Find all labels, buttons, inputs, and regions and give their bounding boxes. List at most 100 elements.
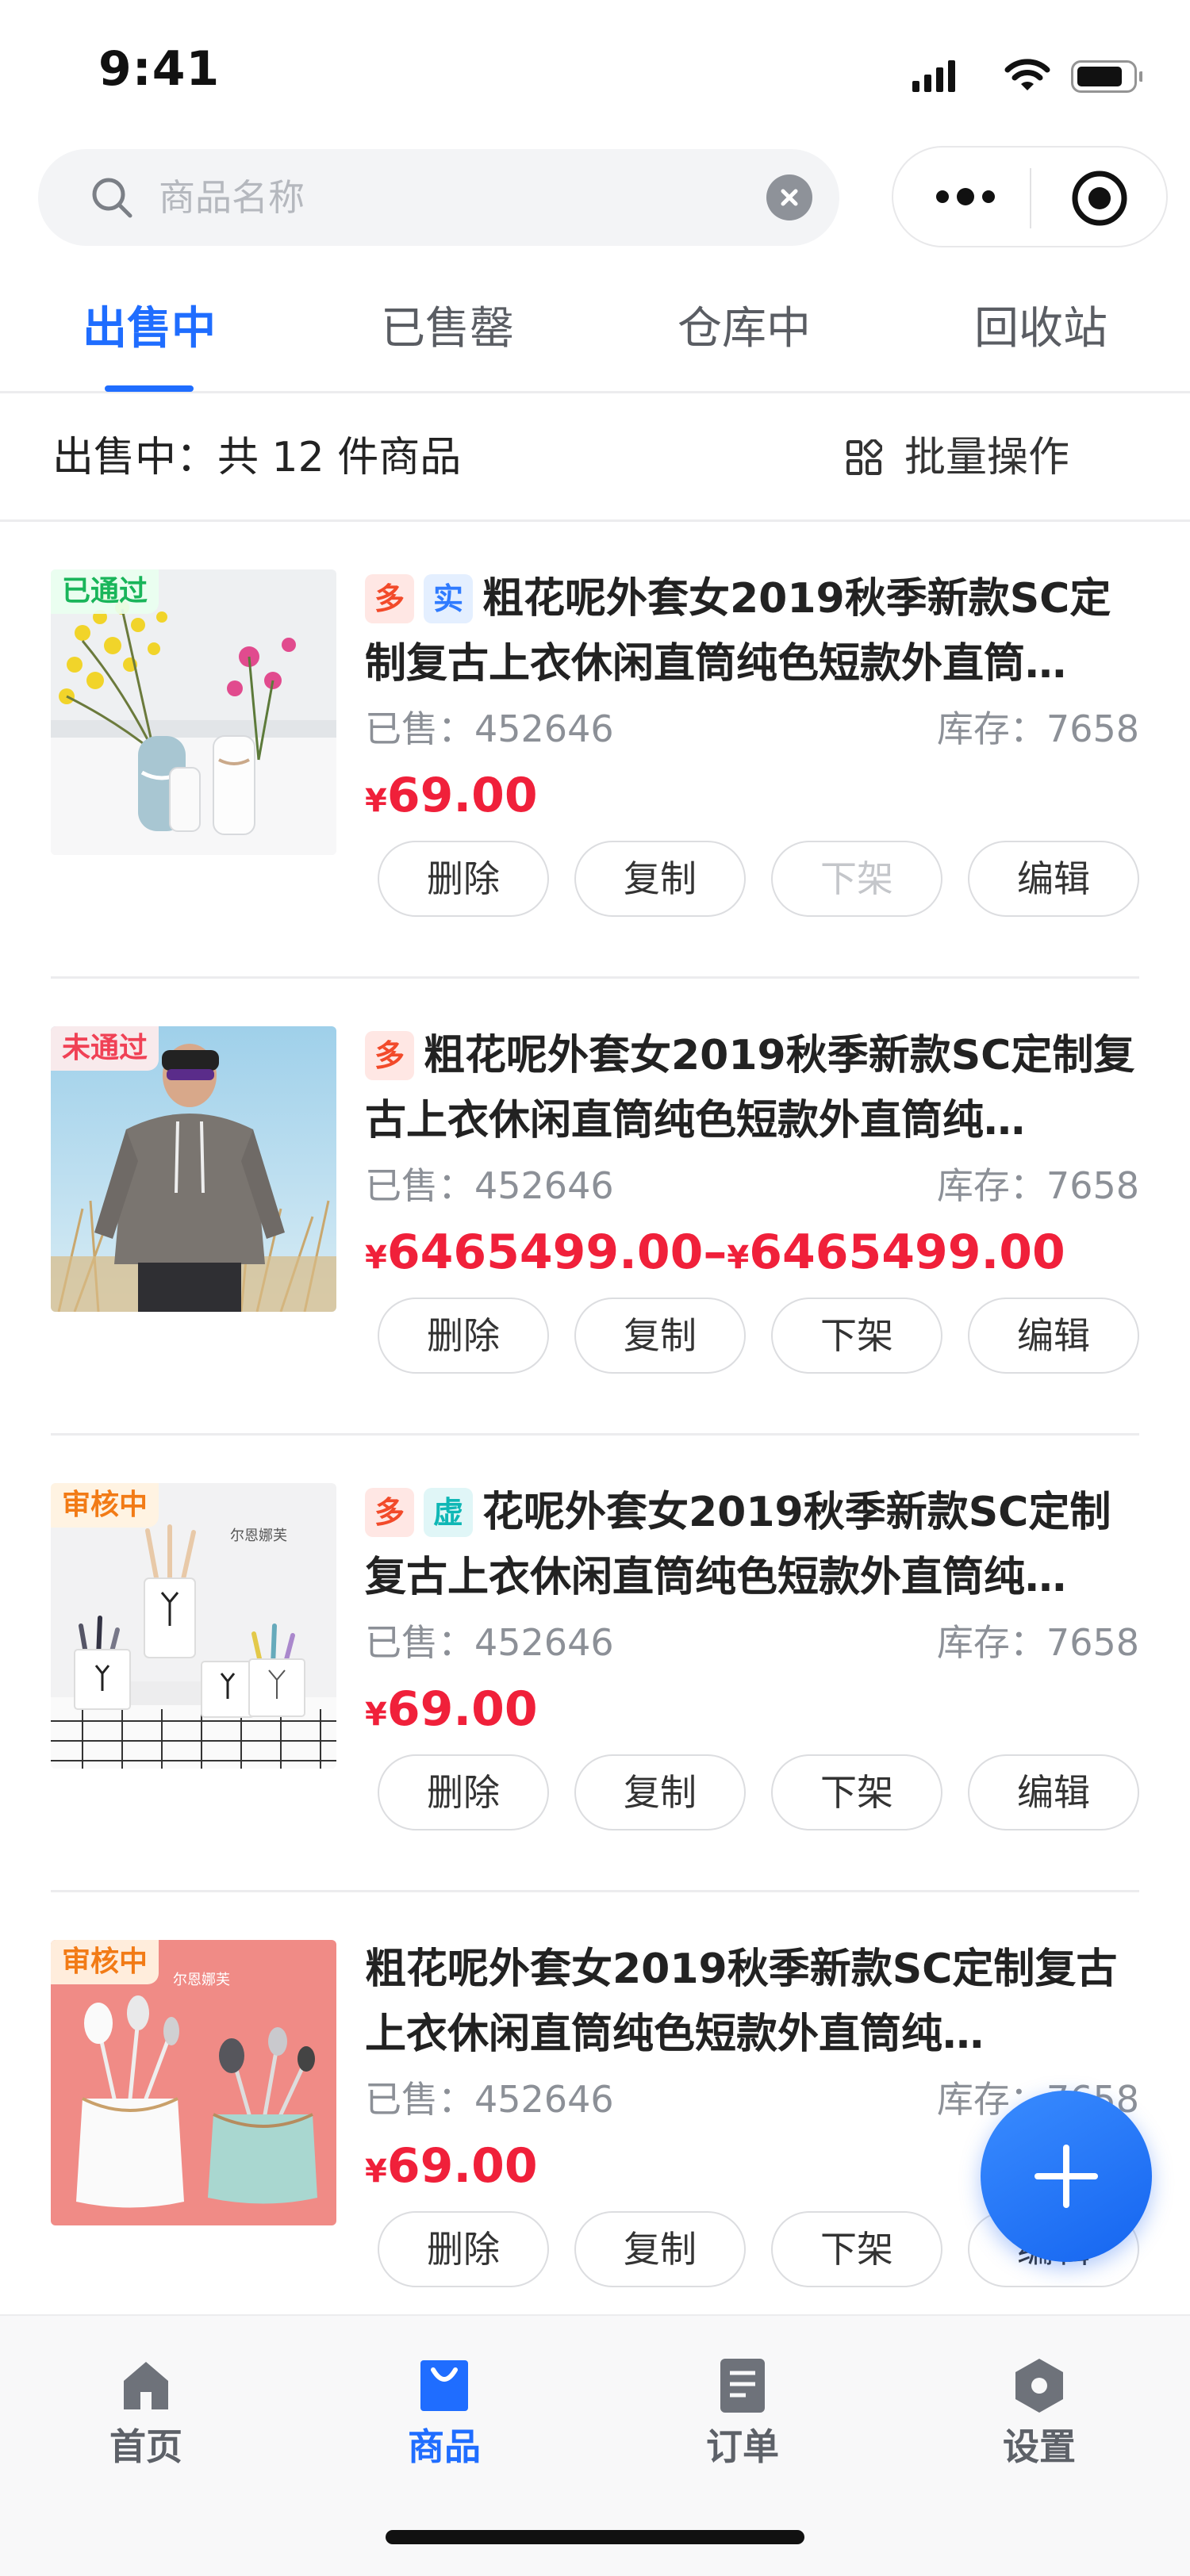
sold-count: 已售：452646	[365, 1621, 614, 1664]
product-title-text: 粗花呢外套女2019秋季新款SC定制复古上衣休闲直筒纯色短款外直筒纯…	[365, 1032, 1135, 1144]
product-price: ¥69.00	[365, 761, 1139, 838]
search-input[interactable]: 商品名称	[159, 173, 305, 222]
home-icon	[124, 2362, 168, 2409]
delete-button[interactable]: 删除	[378, 1298, 549, 1374]
product-title-text: 粗花呢外套女2019秋季新款SC定制复古上衣休闲直筒纯色短款外直筒…	[365, 575, 1111, 688]
tab-sold-out[interactable]: 已售罄	[381, 301, 514, 357]
settings-icon	[1015, 2359, 1063, 2413]
nav-item-orders[interactable]: 订单	[663, 2340, 822, 2482]
nav-label: 首页	[109, 2425, 182, 2468]
product-count-text: 出售中：共 12 件商品	[52, 434, 462, 481]
product-meta: 已售：452646 库存：7658	[365, 1610, 1139, 1675]
take-down-button[interactable]: 下架	[771, 1754, 942, 1830]
batch-operation-label: 批量操作	[904, 434, 1070, 481]
price-min: 6465499.00	[386, 1225, 704, 1280]
product-title[interactable]: 粗花呢外套女2019秋季新款SC定制复古上衣休闲直筒纯色短款外直筒纯…	[365, 1937, 1139, 2067]
tab-recycle-bin[interactable]: 回收站	[974, 301, 1107, 357]
action-buttons: 删除 复制 下架 编辑	[365, 1294, 1139, 1374]
product-title[interactable]: 多虚花呢外套女2019秋季新款SC定制复古上衣休闲直筒纯色短款外直筒纯…	[365, 1480, 1139, 1610]
copy-button[interactable]: 复制	[574, 1298, 746, 1374]
nav-item-settings[interactable]: 设置	[960, 2340, 1119, 2482]
tag-multi-spec: 多	[365, 1488, 414, 1537]
sold-count: 已售：452646	[365, 1164, 614, 1207]
review-status-badge: 未通过	[51, 1026, 159, 1071]
product-image[interactable]: 尔恩娜芙 审核中	[51, 1483, 336, 1769]
review-status-badge: 已通过	[51, 569, 159, 614]
wifi-icon	[1004, 59, 1050, 90]
price-value: 69.00	[386, 1681, 538, 1737]
signal-icon	[912, 60, 955, 92]
take-down-button[interactable]: 下架	[771, 1298, 942, 1374]
edit-button[interactable]: 编辑	[968, 1754, 1139, 1830]
stock-count: 库存：7658	[936, 707, 1139, 750]
product-list: 已通过 多实粗花呢外套女2019秋季新款SC定制复古上衣休闲直筒纯色短款外直筒……	[0, 522, 1190, 2314]
tab-on-sale[interactable]: 出售中	[83, 301, 216, 357]
price-value: 69.00	[386, 2138, 538, 2194]
currency-symbol: ¥	[727, 1240, 750, 1276]
copy-button[interactable]: 复制	[574, 841, 746, 917]
batch-operation-button[interactable]: 批量操作	[846, 431, 1139, 484]
product-image[interactable]: 尔恩娜芙 审核中	[51, 1940, 336, 2225]
delete-button[interactable]: 删除	[378, 841, 549, 917]
product-title-text: 花呢外套女2019秋季新款SC定制复古上衣休闲直筒纯色短款外直筒纯…	[365, 1489, 1111, 1601]
nav-item-products[interactable]: 商品	[365, 2340, 524, 2482]
review-status-badge: 审核中	[51, 1483, 159, 1528]
close-icon	[781, 189, 798, 206]
tab-warehouse[interactable]: 仓库中	[678, 301, 811, 357]
active-tab-indicator	[105, 385, 194, 392]
sold-count: 已售：452646	[365, 2078, 614, 2121]
nav-item-home[interactable]: 首页	[67, 2340, 225, 2482]
nav-label: 订单	[706, 2425, 779, 2468]
edit-button[interactable]: 编辑	[968, 841, 1139, 917]
miniprogram-capsule	[892, 146, 1168, 247]
delete-button[interactable]: 删除	[378, 2211, 549, 2287]
product-image[interactable]: 未通过	[51, 1026, 336, 1312]
tag-multi-spec: 多	[365, 574, 414, 623]
product-info: 多实粗花呢外套女2019秋季新款SC定制复古上衣休闲直筒纯色短款外直筒… 已售：…	[365, 566, 1139, 917]
status-time: 9:41	[98, 41, 221, 97]
image-brand-text: 尔恩娜芙	[173, 1972, 230, 1988]
product-meta: 已售：452646 库存：7658	[365, 696, 1139, 761]
product-price-range: ¥6465499.00–¥6465499.00	[365, 1218, 1139, 1294]
plus-icon	[1035, 2145, 1098, 2208]
currency-symbol: ¥	[365, 783, 387, 819]
currency-symbol: ¥	[365, 1696, 387, 1733]
status-tabs: 出售中 已售罄 仓库中 回收站	[0, 270, 1190, 393]
product-title[interactable]: 多实粗花呢外套女2019秋季新款SC定制复古上衣休闲直筒纯色短款外直筒…	[365, 566, 1139, 696]
tag-physical: 实	[424, 574, 473, 623]
edit-button[interactable]: 编辑	[968, 1298, 1139, 1374]
copy-button[interactable]: 复制	[574, 2211, 746, 2287]
take-down-button[interactable]: 下架	[771, 2211, 942, 2287]
delete-button[interactable]: 删除	[378, 1754, 549, 1830]
action-buttons: 删除 复制 下架 编辑	[365, 1751, 1139, 1830]
battery-icon	[1071, 60, 1142, 93]
product-info: 多虚花呢外套女2019秋季新款SC定制复古上衣休闲直筒纯色短款外直筒纯… 已售：…	[365, 1480, 1139, 1830]
summary-bar: 出售中：共 12 件商品 批量操作	[0, 395, 1190, 522]
product-card[interactable]: 未通过 多粗花呢外套女2019秋季新款SC定制复古上衣休闲直筒纯色短款外直筒纯……	[51, 979, 1139, 1436]
product-image[interactable]: 已通过	[51, 569, 336, 855]
image-brand-text: 尔恩娜芙	[230, 1528, 287, 1544]
capsule-divider	[1030, 168, 1031, 228]
product-meta: 已售：452646 库存：7658	[365, 1153, 1139, 1218]
bag-icon	[420, 2360, 468, 2411]
product-card[interactable]: 尔恩娜芙 审核中 多虚花呢外套女2019秋季新款SC定制复古上衣休闲直筒纯色短款…	[51, 1436, 1139, 1892]
stock-count: 库存：7658	[936, 1164, 1139, 1207]
add-product-button[interactable]	[981, 2091, 1152, 2262]
copy-button[interactable]: 复制	[574, 1754, 746, 1830]
price-value: 69.00	[386, 768, 538, 823]
product-card[interactable]: 尔恩娜芙 审核中 粗花呢外套女2019秋季新款SC定制复古上衣休闲直筒纯色短款外…	[51, 1892, 1139, 2314]
clear-search-button[interactable]	[766, 174, 812, 220]
review-status-badge: 审核中	[51, 1940, 159, 1984]
take-down-button[interactable]: 下架	[771, 841, 942, 917]
product-info: 多粗花呢外套女2019秋季新款SC定制复古上衣休闲直筒纯色短款外直筒纯… 已售：…	[365, 1023, 1139, 1374]
more-icon[interactable]	[935, 181, 996, 213]
home-indicator	[386, 2530, 804, 2544]
product-card[interactable]: 已通过 多实粗花呢外套女2019秋季新款SC定制复古上衣休闲直筒纯色短款外直筒……	[51, 522, 1139, 979]
close-miniprogram-icon[interactable]	[1069, 168, 1130, 228]
tag-multi-spec: 多	[365, 1031, 414, 1080]
product-title[interactable]: 多粗花呢外套女2019秋季新款SC定制复古上衣休闲直筒纯色短款外直筒纯…	[365, 1023, 1139, 1153]
nav-label: 设置	[1003, 2425, 1076, 2468]
sold-count: 已售：452646	[365, 707, 614, 750]
status-bar: 9:41	[0, 0, 1190, 143]
search-bar[interactable]: 商品名称	[38, 149, 839, 246]
